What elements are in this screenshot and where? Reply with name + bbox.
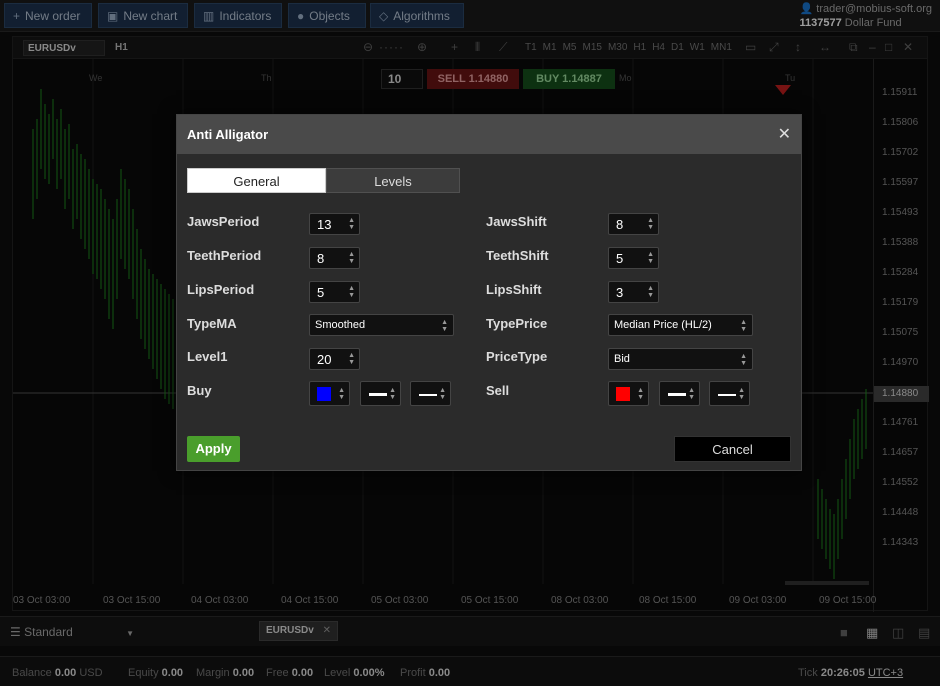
select-arrows-icon: ▲ ▼ [637, 387, 644, 401]
dialog-title: Anti Alligator [187, 127, 269, 142]
select-arrows-icon: ▲ ▼ [738, 387, 745, 401]
select-arrows-icon: ▲ ▼ [439, 387, 446, 401]
select-arrows-icon: ▲ ▼ [740, 353, 747, 367]
param-label: Level1 [187, 349, 228, 364]
select-arrows-icon: ▲ ▼ [688, 387, 695, 401]
color-swatch [317, 387, 331, 401]
buy-line-style-picker[interactable]: ▲ ▼ [410, 381, 451, 406]
line-style-icon [718, 394, 736, 396]
param-label: TeethShift [486, 248, 549, 263]
buy-color-picker[interactable]: ▲ ▼ [309, 381, 350, 406]
param-label: JawsPeriod [187, 214, 260, 229]
pricetype-select[interactable]: Bid ▲ ▼ [608, 348, 753, 370]
sell-line-width-picker[interactable]: ▲ ▼ [659, 381, 700, 406]
param-label: TypePrice [486, 316, 548, 331]
select-arrows-icon: ▲ ▼ [389, 387, 396, 401]
apply-button[interactable]: Apply [187, 436, 240, 462]
stepper-arrows-icon[interactable]: ▲ ▼ [348, 217, 355, 231]
teethshift-stepper[interactable]: 5 ▲ ▼ [608, 247, 659, 269]
color-swatch [616, 387, 630, 401]
param-label: Sell [486, 383, 510, 398]
lipsperiod-stepper[interactable]: 5 ▲ ▼ [309, 281, 360, 303]
stepper-arrows-icon[interactable]: ▲ ▼ [647, 251, 654, 265]
jawsshift-stepper[interactable]: 8 ▲ ▼ [608, 213, 659, 235]
close-icon[interactable]: ✕ [778, 124, 791, 144]
stepper-arrows-icon[interactable]: ▲ ▼ [348, 251, 355, 265]
select-arrows-icon: ▲ ▼ [338, 387, 345, 401]
stepper-arrows-icon[interactable]: ▲ ▼ [348, 352, 355, 366]
param-label: LipsShift [486, 282, 542, 297]
select-arrows-icon: ▲ ▼ [441, 319, 448, 333]
param-label: TeethPeriod [187, 248, 262, 263]
param-label: JawsShift [486, 214, 547, 229]
dialog-header: Anti Alligator ✕ [177, 115, 801, 154]
param-label: LipsPeriod [187, 282, 255, 297]
stepper-arrows-icon[interactable]: ▲ ▼ [348, 285, 355, 299]
select-arrows-icon: ▲ ▼ [740, 319, 747, 333]
teethperiod-stepper[interactable]: 8 ▲ ▼ [309, 247, 360, 269]
sell-color-picker[interactable]: ▲ ▼ [608, 381, 649, 406]
stepper-arrows-icon[interactable]: ▲ ▼ [647, 285, 654, 299]
typema-select[interactable]: Smoothed ▲ ▼ [309, 314, 454, 336]
lipsshift-stepper[interactable]: 3 ▲ ▼ [608, 281, 659, 303]
line-width-icon [668, 393, 686, 396]
line-width-icon [369, 393, 387, 396]
typeprice-select[interactable]: Median Price (HL/2) ▲ ▼ [608, 314, 753, 336]
param-label: PriceType [486, 349, 548, 364]
stepper-arrows-icon[interactable]: ▲ ▼ [647, 217, 654, 231]
param-label: TypeMA [187, 316, 237, 331]
line-style-icon [419, 394, 437, 396]
param-label: Buy [187, 383, 212, 398]
tab-general[interactable]: General [187, 168, 326, 193]
tab-levels[interactable]: Levels [326, 168, 460, 193]
jawsperiod-stepper[interactable]: 13 ▲ ▼ [309, 213, 360, 235]
sell-line-style-picker[interactable]: ▲ ▼ [709, 381, 750, 406]
buy-line-width-picker[interactable]: ▲ ▼ [360, 381, 401, 406]
level1-stepper[interactable]: 20 ▲ ▼ [309, 348, 360, 370]
cancel-button[interactable]: Cancel [674, 436, 791, 462]
indicator-settings-dialog: Anti Alligator ✕ General Levels JawsPeri… [176, 114, 802, 471]
